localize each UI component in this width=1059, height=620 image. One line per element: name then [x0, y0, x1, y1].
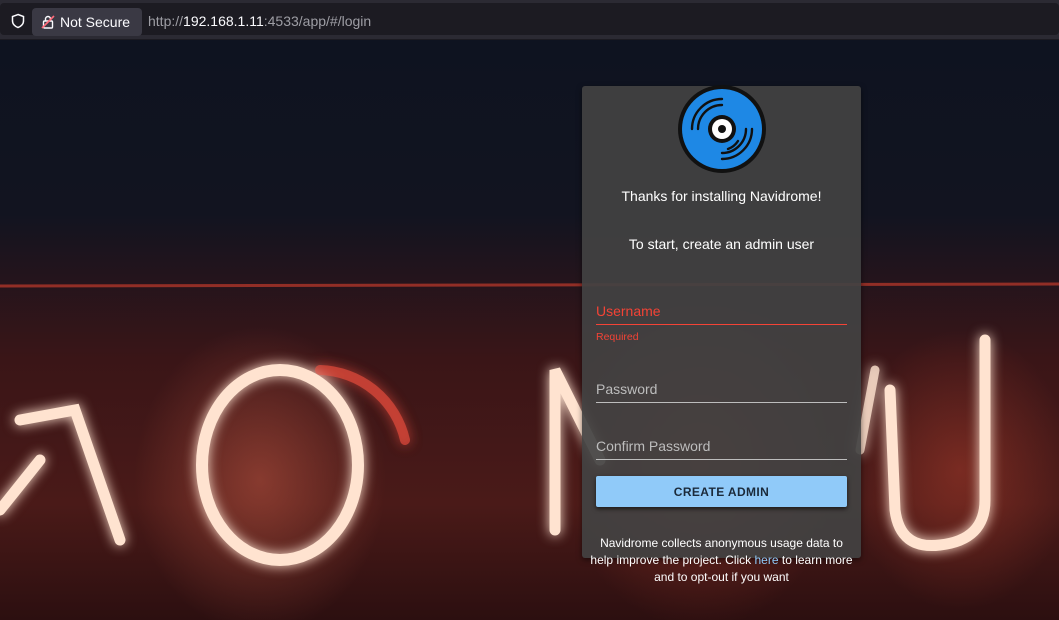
not-secure-badge[interactable]: Not Secure — [32, 8, 142, 36]
create-admin-button[interactable]: CREATE ADMIN — [596, 476, 847, 507]
password-field[interactable] — [596, 375, 847, 403]
url-text[interactable]: http://192.168.1.11:4533/app/#/login — [148, 13, 371, 29]
username-required-hint: Required — [596, 331, 639, 343]
usage-data-notice: Navidrome collects anonymous usage data … — [588, 535, 855, 586]
username-field[interactable] — [596, 297, 847, 325]
confirm-password-input[interactable] — [596, 432, 847, 460]
confirm-password-field[interactable] — [596, 432, 847, 460]
url-path: :4533/app/#/login — [263, 13, 372, 29]
browser-toolbar: Not Secure http://192.168.1.11:4533/app/… — [0, 0, 1059, 40]
address-bar[interactable]: Not Secure http://192.168.1.11:4533/app/… — [0, 3, 1059, 36]
url-host: 192.168.1.11 — [183, 13, 264, 29]
insecure-lock-icon — [41, 15, 55, 29]
username-input[interactable] — [596, 297, 847, 325]
navidrome-logo-icon — [678, 85, 766, 173]
neon-sign-background — [0, 282, 1059, 566]
opt-out-link[interactable]: here — [755, 553, 779, 567]
instruction-message: To start, create an admin user — [628, 236, 815, 252]
url-scheme: http:// — [148, 13, 184, 29]
password-input[interactable] — [596, 375, 847, 403]
login-background — [0, 40, 1059, 620]
welcome-message: Thanks for installing Navidrome! — [621, 188, 822, 204]
not-secure-label: Not Secure — [60, 14, 131, 30]
shield-icon[interactable] — [10, 13, 26, 29]
